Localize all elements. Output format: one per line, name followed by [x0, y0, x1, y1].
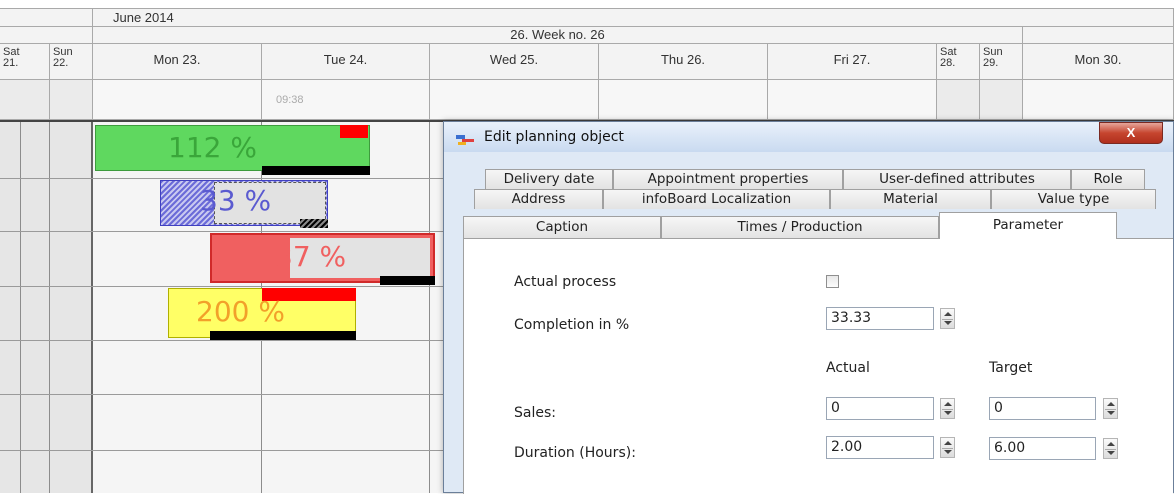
edit-planning-object-dialog: Edit planning object X Delivery date App…	[443, 121, 1174, 494]
week-spacer-next	[1023, 27, 1174, 44]
day-header-mon-30: Mon 30.	[1023, 44, 1174, 80]
time-cell	[980, 80, 1023, 120]
bar-1-overload-marker	[340, 125, 368, 138]
day-header-thu-26: Thu 26.	[599, 44, 768, 80]
bar-3-duration-line	[380, 276, 435, 285]
duration-label: Duration (Hours):	[514, 445, 636, 461]
current-time-label: 09:38	[276, 94, 304, 106]
bar-1-duration-line	[262, 166, 370, 175]
sales-actual-input[interactable]: 0	[826, 397, 934, 420]
tab-role[interactable]: Role	[1071, 169, 1145, 189]
tab-value-type[interactable]: Value type	[991, 189, 1156, 209]
tab-infoboard-localization[interactable]: infoBoard Localization	[603, 189, 830, 209]
completion-input[interactable]: 33.33	[826, 307, 934, 330]
sales-target-spinner[interactable]	[1103, 398, 1118, 419]
day-header-sun-29: Sun 29.	[980, 44, 1023, 80]
time-cell	[93, 80, 262, 120]
tab-user-defined-attributes[interactable]: User-defined attributes	[843, 169, 1071, 189]
time-cell	[0, 80, 50, 120]
bar-3-percent: 37 %	[275, 240, 347, 273]
tab-times-production[interactable]: Times / Production	[661, 216, 939, 238]
day-header-sun-22: Sun 22.	[50, 44, 93, 80]
bar-1-percent: 112 %	[168, 131, 257, 164]
actual-column-header: Actual	[826, 360, 870, 376]
tab-caption[interactable]: Caption	[463, 216, 661, 238]
completion-label: Completion in %	[514, 317, 630, 333]
duration-actual-input[interactable]: 2.00	[826, 436, 934, 459]
target-column-header: Target	[989, 360, 1033, 376]
tab-parameter[interactable]: Parameter	[939, 212, 1117, 239]
top-strip	[0, 0, 1174, 9]
duration-target-spinner[interactable]	[1103, 438, 1118, 459]
bar-2-percent: 33 %	[200, 184, 272, 217]
dialog-titlebar[interactable]: Edit planning object X	[444, 122, 1173, 152]
day-header-fri-27: Fri 27.	[768, 44, 937, 80]
week-label: 26. Week no. 26	[93, 27, 1023, 44]
day-header-tue-24: Tue 24.	[262, 44, 430, 80]
bar-2-duration-line	[300, 219, 328, 228]
time-cell	[768, 80, 937, 120]
completion-spinner[interactable]	[940, 308, 955, 329]
duration-target-input[interactable]: 6.00	[989, 437, 1096, 460]
actual-process-label: Actual process	[514, 274, 617, 290]
bar-4-percent: 200 %	[196, 295, 285, 328]
month-label: June 2014	[93, 9, 1174, 27]
tab-delivery-date[interactable]: Delivery date	[485, 169, 613, 189]
app-icon	[456, 133, 474, 145]
day-header-wed-25: Wed 25.	[430, 44, 599, 80]
duration-actual-spinner[interactable]	[940, 437, 955, 458]
day-header-sat-21: Sat 21.	[0, 44, 50, 80]
sales-actual-spinner[interactable]	[940, 398, 955, 419]
time-cell	[430, 80, 599, 120]
tab-appointment-properties[interactable]: Appointment properties	[613, 169, 843, 189]
time-cell	[937, 80, 980, 120]
tab-address[interactable]: Address	[474, 189, 603, 209]
close-button[interactable]: X	[1099, 122, 1163, 144]
week-spacer	[0, 27, 93, 44]
time-cell	[50, 80, 93, 120]
dialog-title: Edit planning object	[484, 129, 624, 145]
sales-target-input[interactable]: 0	[989, 397, 1096, 420]
tab-material[interactable]: Material	[830, 189, 991, 209]
time-cell	[1023, 80, 1174, 120]
actual-process-checkbox[interactable]	[826, 275, 839, 288]
day-header-sat-28: Sat 28.	[937, 44, 980, 80]
parameter-panel: Actual process Completion in % 33.33 Act…	[463, 238, 1173, 494]
time-cell	[599, 80, 768, 120]
time-cell: 09:38	[262, 80, 430, 120]
day-header-mon-23: Mon 23.	[93, 44, 262, 80]
sales-label: Sales:	[514, 405, 556, 421]
month-spacer	[0, 9, 93, 27]
bar-4-duration-line	[210, 331, 356, 340]
